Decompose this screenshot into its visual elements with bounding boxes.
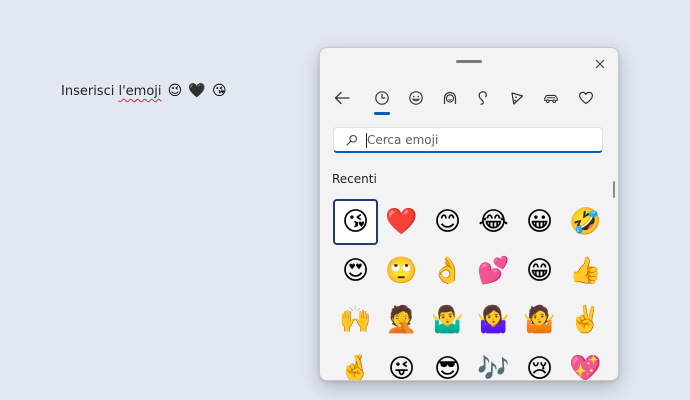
tab-nature[interactable] — [471, 86, 495, 110]
emoji-cell[interactable]: ❤️ — [379, 199, 424, 245]
search-icon — [346, 134, 358, 146]
emoji-panel: Recenti 😘❤️😊😂😀🤣 😍🙄👌💕😁👍 🙌🤦🤷‍♂️🤷‍♀️🤷✌️ 🤞😜😎🎶😢💖 — [319, 47, 619, 381]
emoji-cell[interactable]: ✌️ — [563, 297, 608, 343]
emoji-cell[interactable]: 👌 — [425, 248, 470, 294]
emoji-cell[interactable]: 😜 — [379, 346, 424, 380]
emoji-cell[interactable]: 🤷‍♂️ — [425, 297, 470, 343]
drag-handle[interactable] — [456, 60, 482, 63]
emoji-cell[interactable]: 🤷‍♀️ — [471, 297, 516, 343]
emoji-cell[interactable]: 🙌 — [333, 297, 378, 343]
smiley-icon — [409, 91, 423, 105]
emoji-cell[interactable]: 🎶 — [471, 346, 516, 380]
search-input[interactable] — [367, 131, 587, 149]
emoji-cell[interactable]: 😀 — [517, 199, 562, 245]
car-icon — [544, 94, 558, 103]
emoji-cell[interactable]: 😘 — [333, 199, 378, 245]
emoji-cell[interactable]: 💖 — [563, 346, 608, 380]
emoji-cell[interactable]: 🤷 — [517, 297, 562, 343]
emoji-cell[interactable]: 🤞 — [333, 346, 378, 380]
tab-food[interactable] — [505, 86, 529, 110]
tab-people[interactable] — [438, 86, 462, 110]
arrow-left-icon — [334, 91, 350, 105]
emoji-cell[interactable]: 👍 — [563, 248, 608, 294]
tab-symbols[interactable] — [574, 86, 598, 110]
search-box[interactable] — [333, 127, 603, 153]
food-icon — [511, 92, 524, 105]
misspelled-word: l'emoji — [118, 84, 162, 99]
emoji-cell[interactable]: 😢 — [517, 346, 562, 380]
emoji-cell[interactable]: 😂 — [471, 199, 516, 245]
inline-emoji-kiss: 😘 — [211, 83, 227, 99]
emoji-cell[interactable]: 💕 — [471, 248, 516, 294]
emoji-cell[interactable]: 😊 — [425, 199, 470, 245]
emoji-cell[interactable]: 🤦 — [379, 297, 424, 343]
emoji-cell[interactable]: 😎 — [425, 346, 470, 380]
kaomoji-icon — [443, 91, 457, 104]
heart-icon — [579, 91, 593, 105]
close-icon — [595, 59, 605, 69]
section-label-recent: Recenti — [332, 172, 377, 186]
tab-recent[interactable] — [370, 86, 394, 110]
inline-emoji-wink: 😉 — [167, 83, 183, 99]
scrollbar-thumb[interactable] — [613, 181, 615, 198]
document-text: Inserisci l'emoji 😉 🖤 😘 — [61, 83, 227, 99]
tab-smileys[interactable] — [404, 86, 428, 110]
emoji-cell[interactable]: 🙄 — [379, 248, 424, 294]
document-text-prefix: Inserisci — [61, 84, 119, 99]
clock-icon — [375, 91, 389, 105]
close-button[interactable] — [588, 52, 612, 76]
emoji-cell[interactable]: 😍 — [333, 248, 378, 294]
emoji-grid: 😘 ❤️ 😊 😂 😀 🤣 😍 🙄 👌 💕 😁 👍 🙌 🤦 🤷‍♂️ 🤷‍♀️ 🤷 ✌️ 🤞 😜 😎 🎶 😢 💖 — [333, 199, 608, 380]
inline-emoji-heart: 🖤 — [188, 83, 206, 99]
tab-selected-indicator — [374, 112, 390, 115]
tab-travel[interactable] — [539, 86, 563, 110]
emoji-cell[interactable]: 🤣 — [563, 199, 608, 245]
symbols-icon — [478, 91, 487, 105]
emoji-cell[interactable]: 😁 — [517, 248, 562, 294]
back-button[interactable] — [330, 86, 354, 110]
